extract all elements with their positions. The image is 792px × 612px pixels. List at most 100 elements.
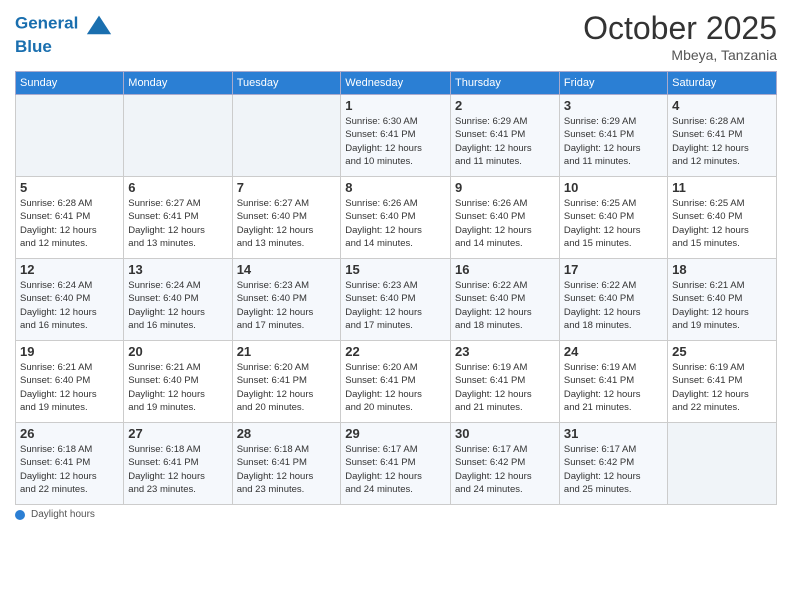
day-number: 11 bbox=[672, 180, 772, 195]
day-number: 6 bbox=[128, 180, 227, 195]
day-info: Sunrise: 6:26 AMSunset: 6:40 PMDaylight:… bbox=[345, 197, 446, 250]
day-number: 24 bbox=[564, 344, 663, 359]
day-info: Sunrise: 6:24 AMSunset: 6:40 PMDaylight:… bbox=[20, 279, 119, 332]
day-info: Sunrise: 6:23 AMSunset: 6:40 PMDaylight:… bbox=[345, 279, 446, 332]
day-number: 9 bbox=[455, 180, 555, 195]
calendar-cell: 1 Sunrise: 6:30 AMSunset: 6:41 PMDaylight… bbox=[341, 95, 451, 177]
day-number: 27 bbox=[128, 426, 227, 441]
day-number: 5 bbox=[20, 180, 119, 195]
calendar-cell: 29 Sunrise: 6:17 AMSunset: 6:41 PMDayligh… bbox=[341, 423, 451, 505]
page: General Blue October 2025 Mbeya, Tanzani… bbox=[0, 0, 792, 612]
title-block: October 2025 Mbeya, Tanzania bbox=[583, 10, 777, 63]
day-info: Sunrise: 6:20 AMSunset: 6:41 PMDaylight:… bbox=[345, 361, 446, 414]
day-info: Sunrise: 6:24 AMSunset: 6:40 PMDaylight:… bbox=[128, 279, 227, 332]
day-info: Sunrise: 6:25 AMSunset: 6:40 PMDaylight:… bbox=[672, 197, 772, 250]
day-number: 2 bbox=[455, 98, 555, 113]
day-number: 3 bbox=[564, 98, 663, 113]
calendar-cell: 2 Sunrise: 6:29 AMSunset: 6:41 PMDaylight… bbox=[451, 95, 560, 177]
day-info: Sunrise: 6:19 AMSunset: 6:41 PMDaylight:… bbox=[672, 361, 772, 414]
calendar-week-row: 12 Sunrise: 6:24 AMSunset: 6:40 PMDayligh… bbox=[16, 259, 777, 341]
month-title: October 2025 bbox=[583, 10, 777, 47]
calendar-cell: 31Sunrise: 6:17 AMSunset: 6:42 PMDayligh… bbox=[559, 423, 667, 505]
calendar-cell: 26Sunrise: 6:18 AMSunset: 6:41 PMDayligh… bbox=[16, 423, 124, 505]
calendar-cell: 19 Sunrise: 6:21 AMSunset: 6:40 PMDayligh… bbox=[16, 341, 124, 423]
calendar-cell bbox=[232, 95, 341, 177]
day-info: Sunrise: 6:17 AMSunset: 6:41 PMDaylight:… bbox=[345, 443, 446, 496]
day-number: 30 bbox=[455, 426, 555, 441]
day-number: 26 bbox=[20, 426, 119, 441]
calendar-cell: 16 Sunrise: 6:22 AMSunset: 6:40 PMDayligh… bbox=[451, 259, 560, 341]
day-info: Sunrise: 6:23 AMSunset: 6:40 PMDaylight:… bbox=[237, 279, 337, 332]
day-number: 13 bbox=[128, 262, 227, 277]
footer-label: Daylight hours bbox=[31, 509, 95, 520]
logo: General Blue bbox=[15, 10, 113, 57]
day-number: 18 bbox=[672, 262, 772, 277]
calendar-cell: 9Sunrise: 6:26 AMSunset: 6:40 PMDaylight… bbox=[451, 177, 560, 259]
day-number: 23 bbox=[455, 344, 555, 359]
day-number: 1 bbox=[345, 98, 446, 113]
day-number: 4 bbox=[672, 98, 772, 113]
day-number: 16 bbox=[455, 262, 555, 277]
day-number: 8 bbox=[345, 180, 446, 195]
calendar-cell: 13 Sunrise: 6:24 AMSunset: 6:40 PMDayligh… bbox=[124, 259, 232, 341]
footer-dot-icon bbox=[15, 510, 25, 520]
day-number: 12 bbox=[20, 262, 119, 277]
day-info: Sunrise: 6:29 AMSunset: 6:41 PMDaylight:… bbox=[564, 115, 663, 168]
calendar-cell: 17Sunrise: 6:22 AMSunset: 6:40 PMDayligh… bbox=[559, 259, 667, 341]
day-info: Sunrise: 6:17 AMSunset: 6:42 PMDaylight:… bbox=[455, 443, 555, 496]
day-number: 14 bbox=[237, 262, 337, 277]
day-info: Sunrise: 6:21 AMSunset: 6:40 PMDaylight:… bbox=[128, 361, 227, 414]
day-info: Sunrise: 6:19 AMSunset: 6:41 PMDaylight:… bbox=[455, 361, 555, 414]
header: General Blue October 2025 Mbeya, Tanzani… bbox=[15, 10, 777, 63]
calendar-cell: 8 Sunrise: 6:26 AMSunset: 6:40 PMDaylight… bbox=[341, 177, 451, 259]
calendar-cell: 6 Sunrise: 6:27 AMSunset: 6:41 PMDaylight… bbox=[124, 177, 232, 259]
calendar-cell: 18 Sunrise: 6:21 AMSunset: 6:40 PMDayligh… bbox=[668, 259, 777, 341]
day-info: Sunrise: 6:28 AMSunset: 6:41 PMDaylight:… bbox=[672, 115, 772, 168]
day-info: Sunrise: 6:28 AMSunset: 6:41 PMDaylight:… bbox=[20, 197, 119, 250]
day-info: Sunrise: 6:29 AMSunset: 6:41 PMDaylight:… bbox=[455, 115, 555, 168]
day-info: Sunrise: 6:27 AMSunset: 6:41 PMDaylight:… bbox=[128, 197, 227, 250]
calendar-cell: 28 Sunrise: 6:18 AMSunset: 6:41 PMDayligh… bbox=[232, 423, 341, 505]
logo-general: General bbox=[15, 13, 78, 32]
logo-triangle-icon bbox=[85, 10, 113, 38]
calendar-cell: 5 Sunrise: 6:28 AMSunset: 6:41 PMDaylight… bbox=[16, 177, 124, 259]
calendar-day-header: Monday bbox=[124, 72, 232, 95]
day-number: 28 bbox=[237, 426, 337, 441]
calendar-cell: 23 Sunrise: 6:19 AMSunset: 6:41 PMDayligh… bbox=[451, 341, 560, 423]
location-subtitle: Mbeya, Tanzania bbox=[583, 47, 777, 63]
calendar-table: SundayMondayTuesdayWednesdayThursdayFrid… bbox=[15, 71, 777, 505]
calendar-cell: 22Sunrise: 6:20 AMSunset: 6:41 PMDayligh… bbox=[341, 341, 451, 423]
footer: Daylight hours bbox=[15, 509, 777, 520]
calendar-day-header: Thursday bbox=[451, 72, 560, 95]
day-info: Sunrise: 6:21 AMSunset: 6:40 PMDaylight:… bbox=[672, 279, 772, 332]
day-info: Sunrise: 6:17 AMSunset: 6:42 PMDaylight:… bbox=[564, 443, 663, 496]
day-number: 21 bbox=[237, 344, 337, 359]
calendar-cell bbox=[16, 95, 124, 177]
calendar-day-header: Saturday bbox=[668, 72, 777, 95]
calendar-day-header: Friday bbox=[559, 72, 667, 95]
calendar-day-header: Tuesday bbox=[232, 72, 341, 95]
calendar-week-row: 5 Sunrise: 6:28 AMSunset: 6:41 PMDaylight… bbox=[16, 177, 777, 259]
day-number: 19 bbox=[20, 344, 119, 359]
calendar-cell: 11 Sunrise: 6:25 AMSunset: 6:40 PMDayligh… bbox=[668, 177, 777, 259]
calendar-cell: 10Sunrise: 6:25 AMSunset: 6:40 PMDayligh… bbox=[559, 177, 667, 259]
day-number: 15 bbox=[345, 262, 446, 277]
day-info: Sunrise: 6:30 AMSunset: 6:41 PMDaylight:… bbox=[345, 115, 446, 168]
calendar-cell: 3 Sunrise: 6:29 AMSunset: 6:41 PMDaylight… bbox=[559, 95, 667, 177]
day-number: 17 bbox=[564, 262, 663, 277]
calendar-cell: 12 Sunrise: 6:24 AMSunset: 6:40 PMDayligh… bbox=[16, 259, 124, 341]
day-info: Sunrise: 6:27 AMSunset: 6:40 PMDaylight:… bbox=[237, 197, 337, 250]
calendar-day-header: Sunday bbox=[16, 72, 124, 95]
day-info: Sunrise: 6:18 AMSunset: 6:41 PMDaylight:… bbox=[237, 443, 337, 496]
calendar-header-row: SundayMondayTuesdayWednesdayThursdayFrid… bbox=[16, 72, 777, 95]
calendar-cell: 4 Sunrise: 6:28 AMSunset: 6:41 PMDaylight… bbox=[668, 95, 777, 177]
day-number: 29 bbox=[345, 426, 446, 441]
day-info: Sunrise: 6:22 AMSunset: 6:40 PMDaylight:… bbox=[455, 279, 555, 332]
calendar-week-row: 26 Sunrise: 6:18 AMSunset: 6:41 PMDayligh… bbox=[16, 423, 777, 505]
calendar-week-row: 1 Sunrise: 6:30 AMSunset: 6:41 PMDaylight… bbox=[16, 95, 777, 177]
day-info: Sunrise: 6:20 AMSunset: 6:41 PMDaylight:… bbox=[237, 361, 337, 414]
logo-blue: Blue bbox=[15, 38, 113, 57]
calendar-cell: 30 Sunrise: 6:17 AMSunset: 6:42 PMDayligh… bbox=[451, 423, 560, 505]
day-info: Sunrise: 6:21 AMSunset: 6:40 PMDaylight:… bbox=[20, 361, 119, 414]
calendar-cell: 20Sunrise: 6:21 AMSunset: 6:40 PMDayligh… bbox=[124, 341, 232, 423]
